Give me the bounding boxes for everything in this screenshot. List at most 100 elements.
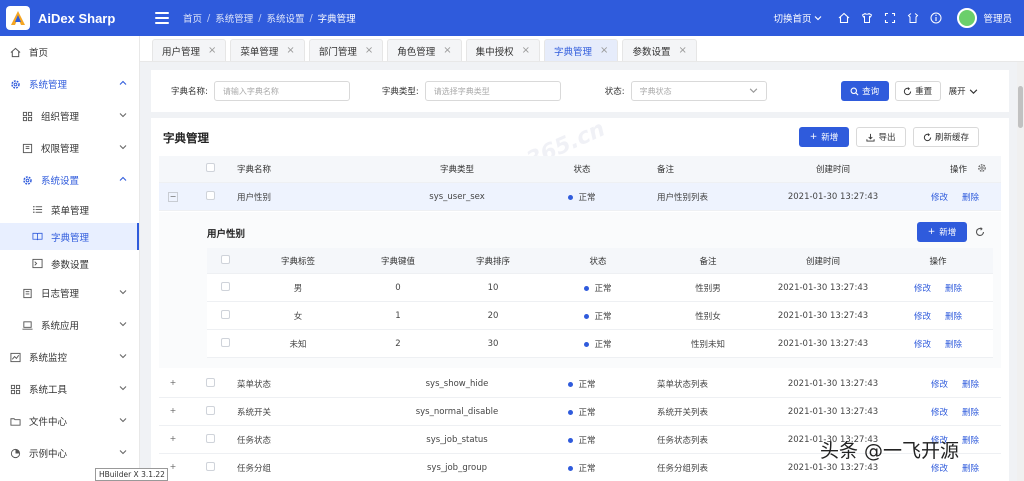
tab-menu-management[interactable]: 菜单管理 × [230, 39, 305, 61]
clothes-icon[interactable] [860, 12, 873, 25]
scrollbar[interactable] [1017, 62, 1024, 481]
sidebar-item-home[interactable]: 首页 [0, 36, 139, 68]
collapse-toggle[interactable]: − [168, 191, 178, 202]
expand-button[interactable]: 展开 [949, 81, 978, 101]
delete-link[interactable]: 删除 [962, 408, 979, 418]
row-checkbox[interactable] [205, 405, 215, 415]
sidebar-item-system-settings[interactable]: 系统设置 [0, 164, 139, 196]
tab-param-settings[interactable]: 参数设置 × [622, 39, 697, 61]
sidebar-item-dict-management[interactable]: 字典管理 [0, 223, 139, 250]
sidebar-item-example-center[interactable]: 示例中心 [0, 437, 139, 469]
edit-link[interactable]: 修改 [914, 312, 931, 322]
expand-toggle[interactable]: + [168, 379, 178, 389]
reset-button[interactable]: 重置 [894, 81, 941, 101]
chevron-up-icon [119, 80, 127, 85]
close-icon[interactable]: × [522, 45, 530, 56]
sidebar-item-label: 系统监控 [29, 353, 68, 364]
select-all-checkbox[interactable] [205, 163, 215, 172]
sidebar-item-system-monitor[interactable]: 系统监控 [0, 341, 139, 373]
home-icon[interactable] [837, 12, 850, 25]
sidebar-item-menu-management[interactable]: 菜单管理 [0, 196, 139, 223]
tshirt-icon[interactable] [906, 12, 919, 25]
sidebar-item-system-tools[interactable]: 系统工具 [0, 373, 139, 405]
row-checkbox[interactable] [205, 190, 215, 200]
avatar[interactable] [957, 8, 978, 28]
expand-toggle[interactable]: + [168, 407, 178, 417]
dict-type-select[interactable]: 请选择字典类型 [424, 81, 561, 101]
row-checkbox[interactable] [220, 281, 230, 291]
dict-data-subpanel: 用户性别 + 新增 字典标签 字典键值 字典排序 状态 备注 创建时间 操作 男 [159, 212, 1001, 368]
row-checkbox[interactable] [220, 337, 230, 347]
subpanel-title: 用户性别 [207, 229, 246, 240]
menu-toggle-icon[interactable] [155, 12, 169, 24]
tab-role-management[interactable]: 角色管理 × [387, 39, 462, 61]
delete-link[interactable]: 删除 [962, 193, 979, 203]
query-button[interactable]: 查询 [840, 81, 889, 101]
sidebar-item-system-management[interactable]: 系统管理 [0, 68, 139, 100]
close-icon[interactable]: × [678, 45, 686, 56]
home-switch-dropdown[interactable]: 切换首页 [773, 11, 822, 25]
export-button[interactable]: 导出 [856, 127, 906, 147]
info-icon[interactable] [929, 12, 942, 25]
edit-link[interactable]: 修改 [931, 380, 948, 390]
subtable-row[interactable]: 男 0 10 正常 性别男 2021-01-30 13:27:43 修改 删除 [207, 274, 993, 302]
edit-link[interactable]: 修改 [931, 193, 948, 203]
expand-toggle[interactable]: + [168, 435, 178, 445]
row-checkbox[interactable] [220, 309, 230, 319]
breadcrumb-item[interactable]: 系统管理 [215, 11, 253, 25]
fullscreen-icon[interactable] [883, 12, 896, 25]
sub-add-button[interactable]: + 新增 [917, 222, 967, 242]
tab-dict-management[interactable]: 字典管理 × [544, 39, 619, 61]
delete-link[interactable]: 删除 [962, 380, 979, 390]
delete-link[interactable]: 删除 [945, 312, 962, 322]
scrollbar-thumb[interactable] [1018, 86, 1023, 128]
subtable-row[interactable]: 未知 2 30 正常 性别未知 2021-01-30 13:27:43 修改 删除 [207, 330, 993, 358]
breadcrumb-item[interactable]: 系统设置 [266, 11, 304, 25]
table-row[interactable]: + 菜单状态 sys_show_hide 正常 菜单状态列表 2021-01-3… [159, 370, 1001, 398]
close-icon[interactable]: × [600, 45, 608, 56]
refresh-icon[interactable] [975, 227, 985, 237]
chevron-down-icon [119, 418, 127, 423]
row-checkbox[interactable] [205, 433, 215, 443]
edit-link[interactable]: 修改 [914, 340, 931, 350]
close-icon[interactable]: × [208, 45, 216, 56]
close-icon[interactable]: × [286, 45, 294, 56]
sidebar-item-param-settings[interactable]: 参数设置 [0, 250, 139, 277]
subtable-row[interactable]: 女 1 20 正常 性别女 2021-01-30 13:27:43 修改 删除 [207, 302, 993, 330]
dict-name-input[interactable]: 请输入字典名称 [213, 81, 350, 101]
edit-link[interactable]: 修改 [931, 408, 948, 418]
sidebar-item-log-management[interactable]: 日志管理 [0, 277, 139, 309]
breadcrumb-item[interactable]: 首页 [183, 11, 202, 25]
close-icon[interactable]: × [443, 45, 451, 56]
logo-icon [6, 6, 30, 30]
tab-user-management[interactable]: 用户管理 × [152, 39, 227, 61]
close-icon[interactable]: × [365, 45, 373, 56]
sidebar-item-file-center[interactable]: 文件中心 [0, 405, 139, 437]
select-all-checkbox[interactable] [220, 254, 230, 264]
expand-toggle[interactable]: + [168, 463, 178, 473]
row-checkbox[interactable] [205, 377, 215, 387]
tab-label: 部门管理 [318, 46, 357, 58]
table-row[interactable]: + 系统开关 sys_normal_disable 正常 系统开关列表 2021… [159, 398, 1001, 426]
status-select[interactable]: 字典状态 [630, 81, 767, 101]
tab-central-auth[interactable]: 集中授权 × [465, 39, 541, 61]
edit-link[interactable]: 修改 [914, 284, 931, 294]
sidebar-item-org[interactable]: 组织管理 [0, 100, 139, 132]
delete-link[interactable]: 删除 [962, 436, 979, 446]
tab-dept-management[interactable]: 部门管理 × [308, 39, 384, 61]
cell-label: 未知 [289, 339, 307, 350]
delete-link[interactable]: 删除 [962, 464, 979, 474]
column-settings-icon[interactable] [977, 163, 1001, 176]
logo-area[interactable]: AiDex Sharp [0, 0, 147, 36]
subtable-header: 字典标签 字典键值 字典排序 状态 备注 创建时间 操作 [207, 248, 993, 274]
sidebar-item-permission[interactable]: 权限管理 [0, 132, 139, 164]
sidebar-item-system-app[interactable]: 系统应用 [0, 309, 139, 341]
row-checkbox[interactable] [205, 461, 215, 471]
username[interactable]: 管理员 [983, 11, 1012, 25]
refresh-cache-button[interactable]: 刷新缓存 [913, 127, 979, 147]
edit-link[interactable]: 修改 [931, 464, 948, 474]
delete-link[interactable]: 删除 [945, 340, 962, 350]
table-row[interactable]: − 用户性别 sys_user_sex 正常 用户性别列表 2021-01-30… [159, 183, 1001, 211]
delete-link[interactable]: 删除 [945, 284, 962, 294]
add-button[interactable]: + 新增 [799, 127, 849, 147]
